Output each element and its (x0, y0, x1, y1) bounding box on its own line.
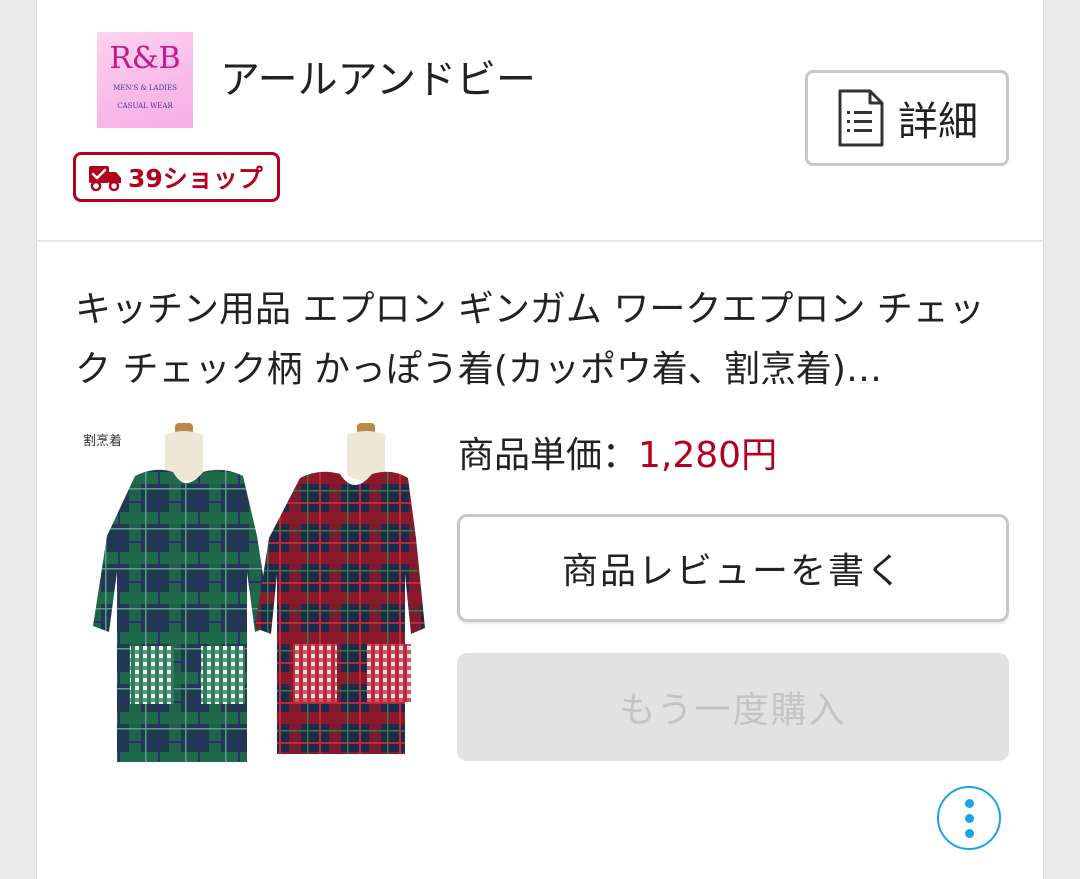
unit-price-value: 1,280円 (638, 435, 778, 476)
apron-illustration (93, 423, 425, 762)
shop-detail-button[interactable]: 詳細 (805, 70, 1009, 166)
unit-price: 商品単価：1,280円 (458, 428, 777, 484)
shop-logo-subtext-1: MEN'S & LADIES (113, 84, 177, 92)
vertical-dots-icon (964, 828, 974, 838)
document-list-icon (838, 89, 884, 147)
delivery-truck-check-icon (89, 166, 121, 191)
vertical-dots-icon (964, 813, 974, 823)
purchase-history-card: R&B MEN'S & LADIES CASUAL WEAR アールアンドビー … (36, 0, 1044, 879)
shop-logo[interactable]: R&B MEN'S & LADIES CASUAL WEAR (97, 32, 193, 128)
shop-name[interactable]: アールアンドビー (220, 52, 536, 108)
39-shop-badge-label: 39ショップ (128, 164, 263, 193)
more-options-button[interactable] (937, 786, 1001, 850)
write-review-button[interactable]: 商品レビューを書く (457, 514, 1009, 622)
shop-header: R&B MEN'S & LADIES CASUAL WEAR アールアンドビー … (37, 0, 1043, 242)
buy-again-button[interactable]: もう一度購入 (457, 653, 1009, 761)
product-title[interactable]: キッチン用品 エプロン ギンガム ワークエプロン チェック チェック柄 かっぽう… (75, 280, 1015, 400)
shop-logo-text: R&B (109, 41, 181, 76)
vertical-dots-icon (964, 798, 974, 808)
unit-price-label: 商品単価： (458, 435, 639, 476)
product-image[interactable]: 割烹着 (75, 418, 425, 773)
shop-detail-label: 詳細 (898, 99, 978, 145)
39-shop-badge: 39ショップ (73, 152, 280, 202)
shop-logo-subtext-2: CASUAL WEAR (117, 102, 173, 110)
